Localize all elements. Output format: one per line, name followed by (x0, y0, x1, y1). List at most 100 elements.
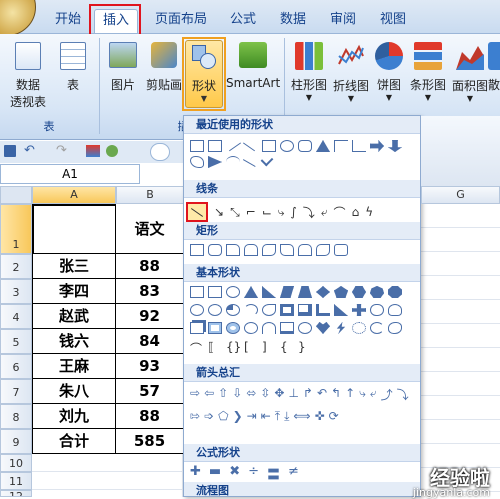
hexagon-icon[interactable] (352, 286, 366, 298)
table-cell[interactable]: 84 (116, 329, 184, 354)
elbow-connector-icon[interactable]: ⌐ (246, 205, 256, 219)
curved-double-arrow-icon[interactable]: ⤶ (321, 205, 328, 220)
tab-home[interactable]: 开始 (50, 9, 86, 33)
table-cell[interactable]: 王麻 (32, 354, 116, 379)
curved-right-arrow-icon[interactable]: ⤷ (359, 386, 366, 403)
clipart-button[interactable]: 剪贴画 (144, 42, 184, 93)
arrow-line-icon[interactable] (242, 136, 260, 152)
elbow-double-arrow-icon[interactable]: ⤷ (278, 205, 285, 220)
row-header[interactable]: 1 (0, 204, 32, 254)
donut-icon[interactable] (226, 322, 240, 334)
up-arrow-callout-icon[interactable]: ⤒ (275, 409, 280, 424)
curve-icon[interactable] (226, 156, 240, 168)
l-shape-icon[interactable] (316, 304, 330, 316)
tab-view[interactable]: 视图 (378, 9, 408, 33)
round-diagonal-icon[interactable] (316, 244, 330, 256)
row-header[interactable]: 5 (0, 329, 32, 354)
not-equal-icon[interactable]: ≠ (288, 464, 299, 480)
octagon-icon[interactable] (388, 286, 402, 298)
dodecagon-icon[interactable] (208, 304, 222, 316)
left-right-up-arrow-icon[interactable]: ⊥ (288, 386, 298, 403)
left-bracket-icon[interactable]: [ (244, 340, 258, 357)
row-header[interactable]: 8 (0, 404, 32, 429)
pentagon-icon[interactable] (334, 286, 348, 298)
left-brace-icon[interactable]: { (280, 340, 294, 357)
right-brace-icon[interactable]: } (298, 340, 312, 357)
table-cell[interactable]: 88 (116, 254, 184, 279)
table-cell[interactable]: 朱八 (32, 379, 116, 404)
down-arrow-icon[interactable]: ⇩ (232, 386, 242, 403)
oval-icon[interactable] (226, 286, 240, 298)
quad-arrow-icon[interactable]: ✥ (274, 386, 284, 403)
tab-page-layout[interactable]: 页面布局 (152, 9, 210, 33)
chart-wizard-icon[interactable] (86, 145, 100, 157)
snip-same-side-rectangle-icon[interactable] (244, 244, 258, 256)
heptagon-icon[interactable] (370, 286, 384, 298)
heart-icon[interactable] (316, 322, 330, 334)
tab-review[interactable]: 审阅 (328, 9, 358, 33)
triangle-icon[interactable] (316, 140, 330, 152)
scribble-icon[interactable]: ϟ (365, 205, 373, 219)
column-chart-button[interactable]: 柱形图 ▼ (288, 42, 330, 102)
plaque-icon[interactable] (370, 304, 384, 316)
text-box-icon[interactable] (190, 140, 204, 152)
teardrop-icon[interactable] (262, 304, 276, 316)
curved-down-arrow-icon[interactable]: ⤵ (397, 386, 409, 403)
row-header[interactable]: 4 (0, 304, 32, 329)
bent-arrow-icon[interactable]: ↱ (303, 386, 313, 403)
oval-icon[interactable] (280, 140, 294, 152)
triangle-icon[interactable] (244, 286, 258, 298)
line-chart-button[interactable]: 折线图 ▼ (330, 42, 372, 103)
u-turn-arrow-icon[interactable]: ↶ (317, 386, 327, 403)
diagonal-stripe-icon[interactable] (334, 304, 348, 316)
no-symbol-icon[interactable] (244, 322, 258, 334)
rounded-rectangle-icon[interactable] (208, 244, 222, 256)
right-arrow-icon[interactable] (370, 140, 384, 152)
curved-arrow-icon[interactable]: ⤵ (303, 204, 315, 221)
half-frame-icon[interactable] (298, 304, 312, 316)
equal-icon[interactable]: 〓 (267, 464, 280, 483)
double-arrow-icon[interactable]: ⤡ (230, 205, 240, 220)
text-box-icon[interactable] (190, 286, 204, 298)
picture-button[interactable]: 图片 (104, 42, 142, 93)
table-cell[interactable]: 83 (116, 279, 184, 304)
curved-connector-icon[interactable]: ∫ (291, 205, 297, 219)
minus-icon[interactable]: ▬ (209, 464, 221, 480)
folded-corner-icon[interactable] (280, 322, 294, 334)
freeform-icon[interactable]: ⌂ (352, 205, 360, 219)
row-header[interactable]: 3 (0, 279, 32, 304)
arc-icon[interactable]: ⌒ (190, 340, 204, 357)
snip-rectangle-icon[interactable] (226, 244, 240, 256)
table-cell[interactable]: 刘九 (32, 404, 116, 429)
refresh-icon[interactable] (106, 145, 118, 157)
table-cell[interactable]: 88 (116, 404, 184, 429)
table-cell[interactable]: 92 (116, 304, 184, 329)
sun-icon[interactable] (352, 322, 366, 334)
curve-icon[interactable]: ⌒ (334, 204, 346, 221)
rectangle-icon[interactable] (190, 244, 204, 256)
table-button[interactable]: 表 (56, 42, 90, 93)
table-cell-a1[interactable] (32, 204, 116, 254)
multiply-icon[interactable]: ✖ (229, 464, 240, 480)
undo-icon[interactable]: ↶ (24, 143, 35, 158)
curved-up-arrow-icon[interactable]: ⤴ (381, 386, 393, 403)
striped-right-arrow-icon[interactable]: ⇰ (190, 409, 200, 424)
divide-icon[interactable]: ÷ (248, 464, 259, 480)
row-header[interactable]: 7 (0, 379, 32, 404)
bevel-icon[interactable] (208, 322, 222, 334)
chevron-arrow-icon[interactable]: ❯ (233, 409, 243, 424)
vertical-text-box-icon[interactable] (208, 286, 222, 298)
table-cell[interactable]: 57 (116, 379, 184, 404)
row-header[interactable]: 12 (0, 490, 32, 497)
down-arrow-icon[interactable] (388, 140, 402, 152)
row-header[interactable]: 6 (0, 354, 32, 379)
right-bracket-icon[interactable]: ] (262, 340, 276, 357)
table-cell[interactable]: 张三 (32, 254, 116, 279)
vertical-text-box-icon[interactable] (208, 140, 222, 152)
table-cell[interactable]: 585 (116, 429, 184, 454)
right-arrow-icon[interactable]: ⇨ (190, 386, 200, 403)
flow-icon[interactable] (208, 156, 222, 168)
plaque-rectangle-icon[interactable] (334, 244, 348, 256)
smartart-button[interactable]: SmartArt (226, 42, 280, 90)
column-header-b[interactable]: B (116, 186, 184, 204)
